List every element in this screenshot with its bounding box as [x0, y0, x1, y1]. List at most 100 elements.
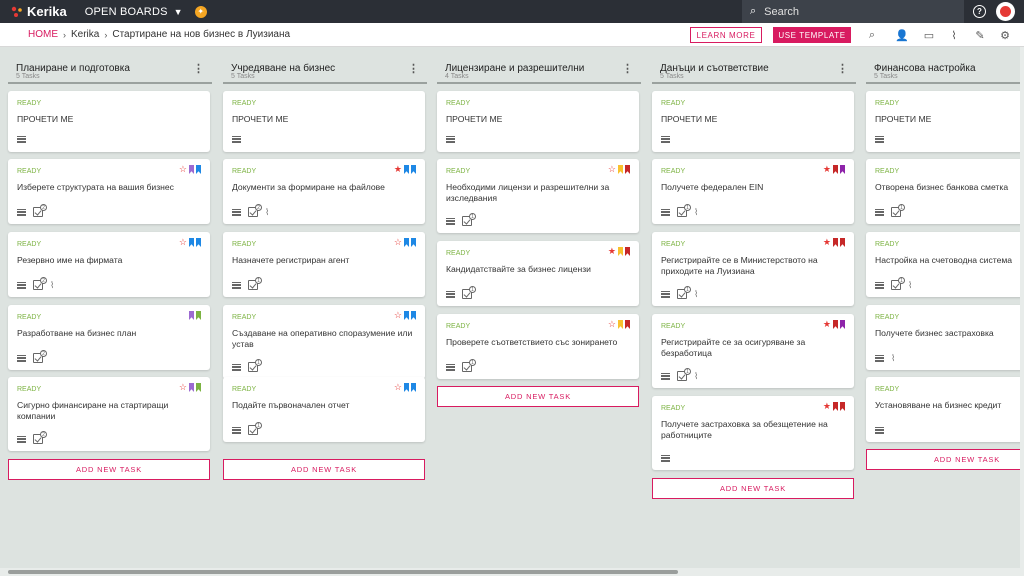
task-card[interactable]: READY Получете федерален EIN ★ 1 ⌇	[652, 159, 854, 224]
tools-icon[interactable]: ✎	[973, 28, 987, 42]
star-filled-icon[interactable]: ★	[394, 165, 402, 174]
attachment-icon: ⌇	[265, 206, 270, 217]
breadcrumb-home[interactable]: HOME	[28, 29, 58, 40]
task-card[interactable]: READY Необходими лицензи и разрешителни з…	[437, 159, 639, 233]
column-menu-icon[interactable]: ⋮	[622, 62, 633, 75]
task-indicators: 1	[446, 286, 476, 300]
task-card[interactable]: READY Разработване на бизнес план 2	[8, 305, 210, 370]
star-outline-icon[interactable]: ☆	[608, 165, 616, 174]
star-outline-icon[interactable]: ☆	[608, 320, 616, 329]
add-new-task-button[interactable]: ADD NEW TASK	[223, 459, 425, 480]
star-filled-icon[interactable]: ★	[823, 320, 831, 329]
task-card[interactable]: READY Назначете регистриран агент ☆ 1	[223, 232, 425, 297]
add-new-task-button[interactable]: ADD NEW TASK	[652, 478, 854, 499]
breadcrumb: HOME › Kerika › Стартиране на нов бизнес…	[0, 23, 1024, 47]
avatar[interactable]	[996, 2, 1015, 21]
column-header: Учредяване на бизнес 5 Tasks ⋮	[223, 58, 427, 84]
kerika-logo[interactable]: Kerika	[10, 4, 67, 19]
add-new-task-button[interactable]: ADD NEW TASK	[8, 459, 210, 480]
task-indicators: 2	[17, 350, 47, 364]
star-filled-icon[interactable]: ★	[823, 165, 831, 174]
add-new-task-button[interactable]: ADD NEW TASK	[866, 449, 1024, 470]
help-icon[interactable]: ?	[973, 5, 986, 18]
task-status: READY	[446, 168, 471, 175]
checklist-count: 2	[40, 350, 47, 357]
task-card[interactable]: READY Резервно име на фирмата ☆ 2 ⌇	[8, 232, 210, 297]
checklist-count: 1	[255, 359, 262, 366]
description-icon	[232, 135, 241, 143]
open-boards-menu[interactable]: OPEN BOARDS ▼	[85, 6, 183, 18]
star-outline-icon[interactable]: ☆	[179, 165, 187, 174]
add-person-icon[interactable]: 👤	[895, 28, 909, 42]
checklist-count: 2	[40, 431, 47, 438]
task-card[interactable]: READY ПРОЧЕТИ МЕ	[8, 91, 210, 152]
scrollbar-thumb[interactable]	[8, 570, 678, 574]
notification-icon[interactable]: ✦	[194, 5, 207, 18]
vertical-scrollbar[interactable]	[1020, 47, 1024, 568]
task-card[interactable]: READY Проверете съответствието със зонира…	[437, 314, 639, 379]
search-input[interactable]	[764, 5, 945, 18]
column-menu-icon[interactable]: ⋮	[408, 62, 419, 75]
learn-more-button[interactable]: LEARN MORE	[690, 27, 762, 43]
task-status: READY	[232, 168, 257, 175]
breadcrumb-board: Стартиране на нов бизнес в Луизиана	[112, 29, 291, 40]
star-filled-icon[interactable]: ★	[608, 247, 616, 256]
star-outline-icon[interactable]: ☆	[179, 238, 187, 247]
task-card[interactable]: READY ПРОЧЕТИ МЕ	[866, 91, 1024, 152]
task-card[interactable]: READY Получете бизнес застраховка ⌇	[866, 305, 1024, 370]
description-icon	[446, 135, 455, 143]
task-status: READY	[875, 314, 900, 321]
task-card[interactable]: READY Регистрирайте се в Министерството н…	[652, 232, 854, 306]
checklist-icon: 1	[891, 204, 905, 217]
task-title: Кандидатствайте за бизнес лицензи	[446, 264, 591, 274]
column-menu-icon[interactable]: ⋮	[193, 62, 204, 75]
description-icon	[17, 281, 26, 289]
task-indicators: 1	[875, 204, 905, 218]
search-icon[interactable]: ⌕	[865, 28, 879, 42]
column-menu-icon[interactable]: ⋮	[837, 62, 848, 75]
star-outline-icon[interactable]: ☆	[394, 311, 402, 320]
task-card[interactable]: READY Сигурно финансиране на стартиращи к…	[8, 377, 210, 451]
tag-bookmark-icon	[833, 320, 838, 329]
use-template-button[interactable]: USE TEMPLATE	[773, 27, 851, 43]
task-card[interactable]: READY Настройка на счетоводна система 1 ⌇	[866, 232, 1024, 297]
star-outline-icon[interactable]: ☆	[179, 383, 187, 392]
tag-bookmark-icon	[618, 320, 623, 329]
chat-icon[interactable]: ▭	[922, 28, 936, 42]
task-card[interactable]: READY Документи за формиране на файлове ★ 2…	[223, 159, 425, 224]
task-status: READY	[661, 241, 686, 248]
description-icon	[875, 135, 884, 143]
tag-bookmark-icon	[404, 383, 409, 392]
description-icon	[232, 426, 241, 434]
attachment-icon[interactable]: ⌇	[947, 28, 961, 42]
breadcrumb-kerika[interactable]: Kerika	[71, 29, 99, 40]
tag-bookmark-icon	[840, 402, 845, 411]
task-card[interactable]: READY Отворена бизнес банкова сметка 1	[866, 159, 1024, 224]
task-card[interactable]: READY ПРОЧЕТИ МЕ	[652, 91, 854, 152]
star-outline-icon[interactable]: ☆	[394, 238, 402, 247]
task-indicators: 2	[17, 431, 47, 445]
task-title: Подайте първоначален отчет	[232, 400, 350, 410]
task-card[interactable]: READY Получете застраховка за обезщетение…	[652, 396, 854, 470]
task-indicators: 2 ⌇	[17, 277, 54, 291]
task-card[interactable]: READY Изберете структурата на вашия бизне…	[8, 159, 210, 224]
task-card[interactable]: READY ПРОЧЕТИ МЕ	[223, 91, 425, 152]
task-card[interactable]: READY Подайте първоначален отчет ☆ 1	[223, 377, 425, 442]
task-card[interactable]: READY Кандидатствайте за бизнес лицензи ★ 1	[437, 241, 639, 306]
checklist-count: 1	[469, 286, 476, 293]
task-card[interactable]: READY Създаване на оперативно споразумени…	[223, 305, 425, 379]
star-filled-icon[interactable]: ★	[823, 402, 831, 411]
settings-icon[interactable]: ⚙	[998, 28, 1012, 42]
search-box[interactable]: ⌕	[742, 0, 964, 23]
task-title: Разработване на бизнес план	[17, 328, 137, 338]
horizontal-scrollbar[interactable]	[0, 568, 1024, 576]
task-flags: ★	[823, 238, 845, 247]
add-new-task-button[interactable]: ADD NEW TASK	[437, 386, 639, 407]
task-card[interactable]: READY Регистрирайте се за осигуряване за …	[652, 314, 854, 388]
task-title: ПРОЧЕТИ МЕ	[17, 114, 74, 124]
task-card[interactable]: READY ПРОЧЕТИ МЕ	[437, 91, 639, 152]
task-status: READY	[446, 100, 471, 107]
star-outline-icon[interactable]: ☆	[394, 383, 402, 392]
task-card[interactable]: READY Установяване на бизнес кредит	[866, 377, 1024, 442]
star-filled-icon[interactable]: ★	[823, 238, 831, 247]
